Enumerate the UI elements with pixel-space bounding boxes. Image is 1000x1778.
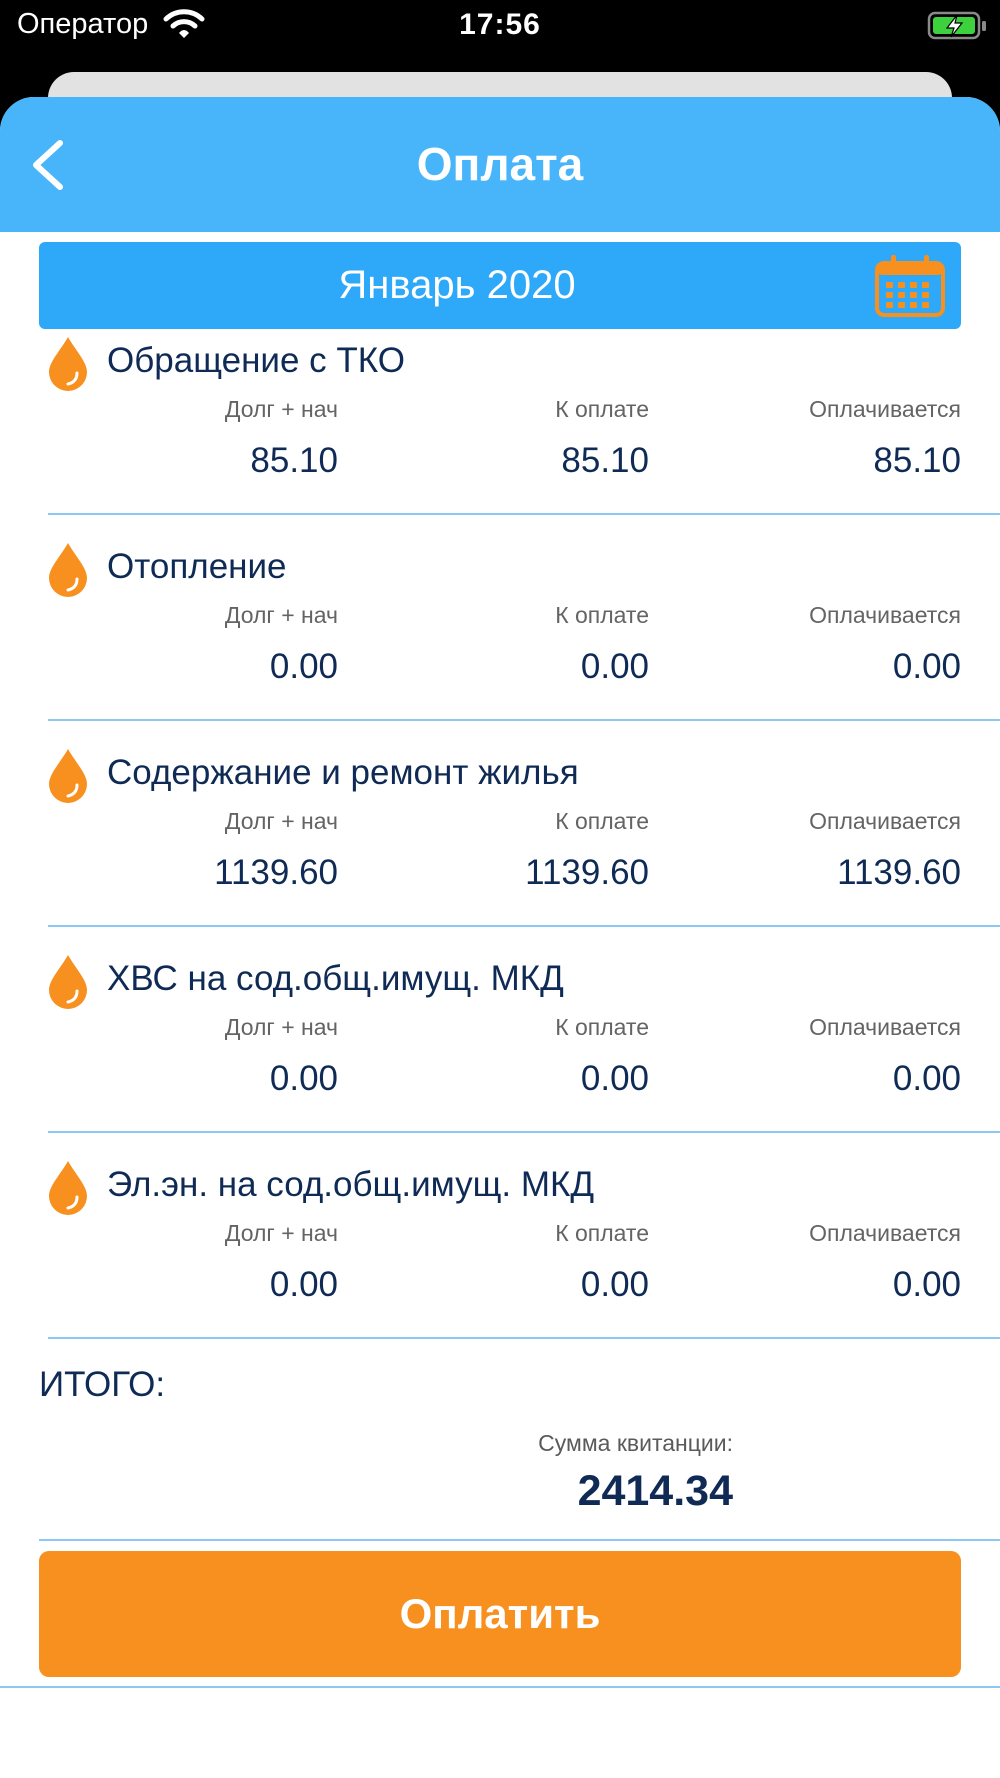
to-pay-column: К оплате 0.00 (349, 602, 649, 687)
drop-icon (49, 543, 87, 597)
to-pay-label: К оплате (555, 1220, 649, 1246)
divider (48, 1337, 1000, 1339)
service-row: Обращение с ТКО Долг + нач 85.10 К оплат… (0, 335, 1000, 541)
to-pay-column: К оплате 85.10 (349, 396, 649, 481)
service-row: ХВС на сод.общ.имущ. МКД Долг + нач 0.00… (0, 953, 1000, 1159)
service-name: Отопление (107, 547, 287, 586)
paying-column[interactable]: Оплачивается 0.00 (661, 602, 961, 687)
pay-button[interactable]: Оплатить (39, 1551, 961, 1677)
divider (0, 1686, 1000, 1688)
debt-label: Долг + нач (224, 1220, 338, 1246)
service-row: Эл.эн. на сод.общ.имущ. МКД Долг + нач 0… (0, 1159, 1000, 1365)
to-pay-value: 0.00 (580, 1059, 649, 1098)
to-pay-column: К оплате 1139.60 (349, 808, 649, 893)
paying-value[interactable]: 0.00 (661, 647, 961, 687)
debt-value: 0.00 (269, 647, 338, 686)
payment-screen: Оплата Январь 2020 Обращение с ТКО Долг … (0, 97, 1000, 1778)
to-pay-value: 0.00 (580, 647, 649, 686)
debt-column: Долг + нач 85.10 (38, 396, 338, 481)
debt-column: Долг + нач 1139.60 (38, 808, 338, 893)
nav-bar: Оплата (0, 97, 1000, 232)
drop-icon (49, 337, 87, 391)
service-name: ХВС на сод.общ.имущ. МКД (107, 959, 564, 998)
divider (48, 1131, 1000, 1133)
paying-value[interactable]: 0.00 (661, 1265, 961, 1305)
service-row: Отопление Долг + нач 0.00 К оплате 0.00 … (0, 541, 1000, 747)
to-pay-label: К оплате (555, 602, 649, 628)
to-pay-value: 85.10 (561, 441, 649, 480)
to-pay-label: К оплате (555, 808, 649, 834)
to-pay-column: К оплате 0.00 (349, 1014, 649, 1099)
paying-value[interactable]: 1139.60 (661, 853, 961, 893)
total-title: ИТОГО: (39, 1365, 166, 1404)
to-pay-value: 1139.60 (525, 853, 649, 892)
calendar-icon[interactable] (874, 254, 946, 318)
drop-icon (49, 749, 87, 803)
service-row: Содержание и ремонт жилья Долг + нач 113… (0, 747, 1000, 953)
service-name: Содержание и ремонт жилья (107, 753, 579, 792)
paying-label: Оплачивается (809, 808, 961, 834)
status-time: 17:56 (459, 8, 541, 41)
divider (39, 1539, 1000, 1541)
battery-charging-icon (927, 11, 986, 40)
debt-value: 1139.60 (214, 853, 338, 892)
drop-icon (49, 1161, 87, 1215)
page-title: Оплата (416, 138, 584, 190)
debt-column: Долг + нач 0.00 (38, 1220, 338, 1305)
paying-column[interactable]: Оплачивается 1139.60 (661, 808, 961, 893)
service-name: Эл.эн. на сод.общ.имущ. МКД (107, 1165, 595, 1204)
paying-label: Оплачивается (809, 396, 961, 422)
drop-icon (49, 955, 87, 1009)
debt-column: Долг + нач 0.00 (38, 602, 338, 687)
divider (48, 513, 1000, 515)
debt-label: Долг + нач (224, 602, 338, 628)
paying-label: Оплачивается (809, 1220, 961, 1246)
divider (48, 925, 1000, 927)
debt-label: Долг + нач (224, 808, 338, 834)
paying-column[interactable]: Оплачивается 0.00 (661, 1220, 961, 1305)
sum-value: 2414.34 (577, 1467, 733, 1515)
to-pay-label: К оплате (555, 1014, 649, 1040)
debt-label: Долг + нач (224, 396, 338, 422)
paying-label: Оплачивается (809, 602, 961, 628)
debt-value: 0.00 (269, 1059, 338, 1098)
paying-column[interactable]: Оплачивается 85.10 (661, 396, 961, 481)
to-pay-value: 0.00 (580, 1265, 649, 1304)
paying-value[interactable]: 85.10 (661, 441, 961, 481)
debt-value: 85.10 (250, 441, 338, 480)
paying-column[interactable]: Оплачивается 0.00 (661, 1014, 961, 1099)
status-bar: Оператор 17:56 (0, 0, 1000, 70)
debt-value: 0.00 (269, 1265, 338, 1304)
month-selector[interactable]: Январь 2020 (39, 242, 961, 329)
service-name: Обращение с ТКО (107, 341, 405, 380)
to-pay-label: К оплате (555, 396, 649, 422)
debt-column: Долг + нач 0.00 (38, 1014, 338, 1099)
to-pay-column: К оплате 0.00 (349, 1220, 649, 1305)
sum-label: Сумма квитанции: (538, 1430, 733, 1456)
paying-value[interactable]: 0.00 (661, 1059, 961, 1099)
paying-label: Оплачивается (809, 1014, 961, 1040)
month-label: Январь 2020 (338, 263, 576, 307)
divider (48, 719, 1000, 721)
debt-label: Долг + нач (224, 1014, 338, 1040)
